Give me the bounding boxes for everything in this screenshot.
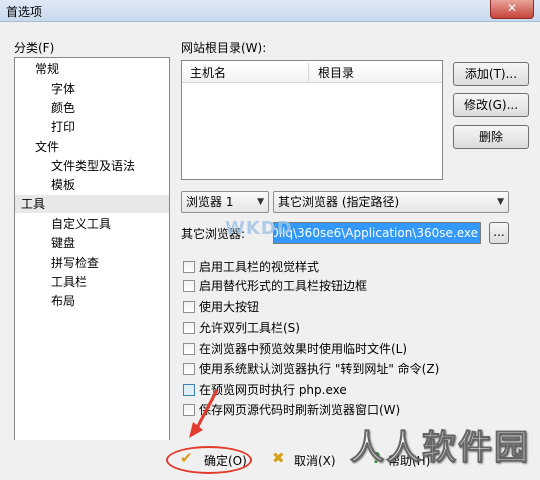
checkbox[interactable] xyxy=(183,280,195,292)
web-root-list[interactable]: 主机名 根目录 xyxy=(181,60,443,180)
column-root-dir[interactable]: 根目录 xyxy=(318,64,354,81)
browser-select-value: 浏览器 1 xyxy=(186,195,234,209)
tree-item-font[interactable]: 字体 xyxy=(51,80,75,98)
option-label: 启用替代形式的工具栏按钮边框 xyxy=(199,279,368,293)
checkbox[interactable] xyxy=(183,343,195,355)
option-label: 在浏览器中预览效果时使用临时文件(L) xyxy=(199,342,408,356)
tree-item-toolbar[interactable]: 工具栏 xyxy=(51,273,87,291)
browser-type-select[interactable]: 其它浏览器 (指定路径) ▼ xyxy=(273,191,509,213)
cancel-label: 取消(X) xyxy=(294,454,336,468)
column-hostname[interactable]: 主机名 xyxy=(190,64,226,81)
option-label: 启用工具栏的视觉样式 xyxy=(199,260,320,274)
watermark-text: 人人软件园 xyxy=(350,428,530,469)
checkbox[interactable] xyxy=(183,301,195,313)
browser-type-value: 其它浏览器 (指定路径) xyxy=(278,195,400,209)
category-tree[interactable]: 常规 字体 颜色 打印 文件 文件类型及语法 模板 工具 自定义工具 键盘 拼写… xyxy=(14,57,170,469)
column-separator[interactable] xyxy=(308,63,309,81)
browser-path-input[interactable]: 360llq\360se6\Application\360se.exe xyxy=(273,222,481,244)
tree-item-layout[interactable]: 布局 xyxy=(51,292,75,310)
option-label: 使用系统默认浏览器执行 "转到网址" 命令(Z) xyxy=(199,362,440,376)
tree-item-color[interactable]: 颜色 xyxy=(51,99,75,117)
browse-button[interactable]: ... xyxy=(489,222,509,244)
chevron-down-icon: ▼ xyxy=(497,197,504,207)
edit-button[interactable]: 修改(G)... xyxy=(453,93,529,117)
delete-button[interactable]: 删除 xyxy=(453,125,529,149)
category-label: 分类(F) xyxy=(14,41,55,55)
tree-item-tools[interactable]: 工具 xyxy=(15,195,169,213)
window-title: 首选项 xyxy=(6,5,43,19)
tree-item-print[interactable]: 打印 xyxy=(51,118,75,136)
watermark-logo: WKDD xyxy=(225,218,293,239)
tree-item-file-types[interactable]: 文件类型及语法 xyxy=(51,157,135,175)
tree-item-file[interactable]: 文件 xyxy=(35,138,59,156)
web-root-label: 网站根目录(W): xyxy=(181,41,267,55)
close-icon: ✕ xyxy=(506,1,518,15)
checkbox[interactable] xyxy=(183,261,195,273)
list-header: 主机名 根目录 xyxy=(182,61,442,83)
tree-item-template[interactable]: 模板 xyxy=(51,176,75,194)
tree-item-spellcheck[interactable]: 拼写检查 xyxy=(51,254,99,272)
cancel-button[interactable]: ✖ 取消(X) xyxy=(272,448,362,472)
browser-path-value: 360llq\360se6\Application\360se.exe xyxy=(273,226,478,240)
browser-select[interactable]: 浏览器 1 ▼ xyxy=(181,191,269,213)
tree-item-custom-tools[interactable]: 自定义工具 xyxy=(51,215,111,233)
title-bar: 首选项 ✕ xyxy=(0,0,540,22)
option-label: 保存网页源代码时刷新浏览器窗口(W) xyxy=(199,403,401,417)
tree-item-keyboard[interactable]: 键盘 xyxy=(51,234,75,252)
option-label: 使用大按钮 xyxy=(199,300,260,314)
annotation-arrow-icon xyxy=(189,389,219,438)
chevron-down-icon: ▼ xyxy=(257,197,264,207)
option-label: 允许双列工具栏(S) xyxy=(199,321,300,335)
close-icon: ✖ xyxy=(272,449,285,467)
tree-item-general[interactable]: 常规 xyxy=(35,60,59,78)
add-button[interactable]: 添加(T)... xyxy=(453,62,529,86)
checkbox[interactable] xyxy=(183,363,195,375)
checkbox[interactable] xyxy=(183,322,195,334)
annotation-ellipse xyxy=(166,446,252,474)
close-button[interactable]: ✕ xyxy=(490,0,534,19)
